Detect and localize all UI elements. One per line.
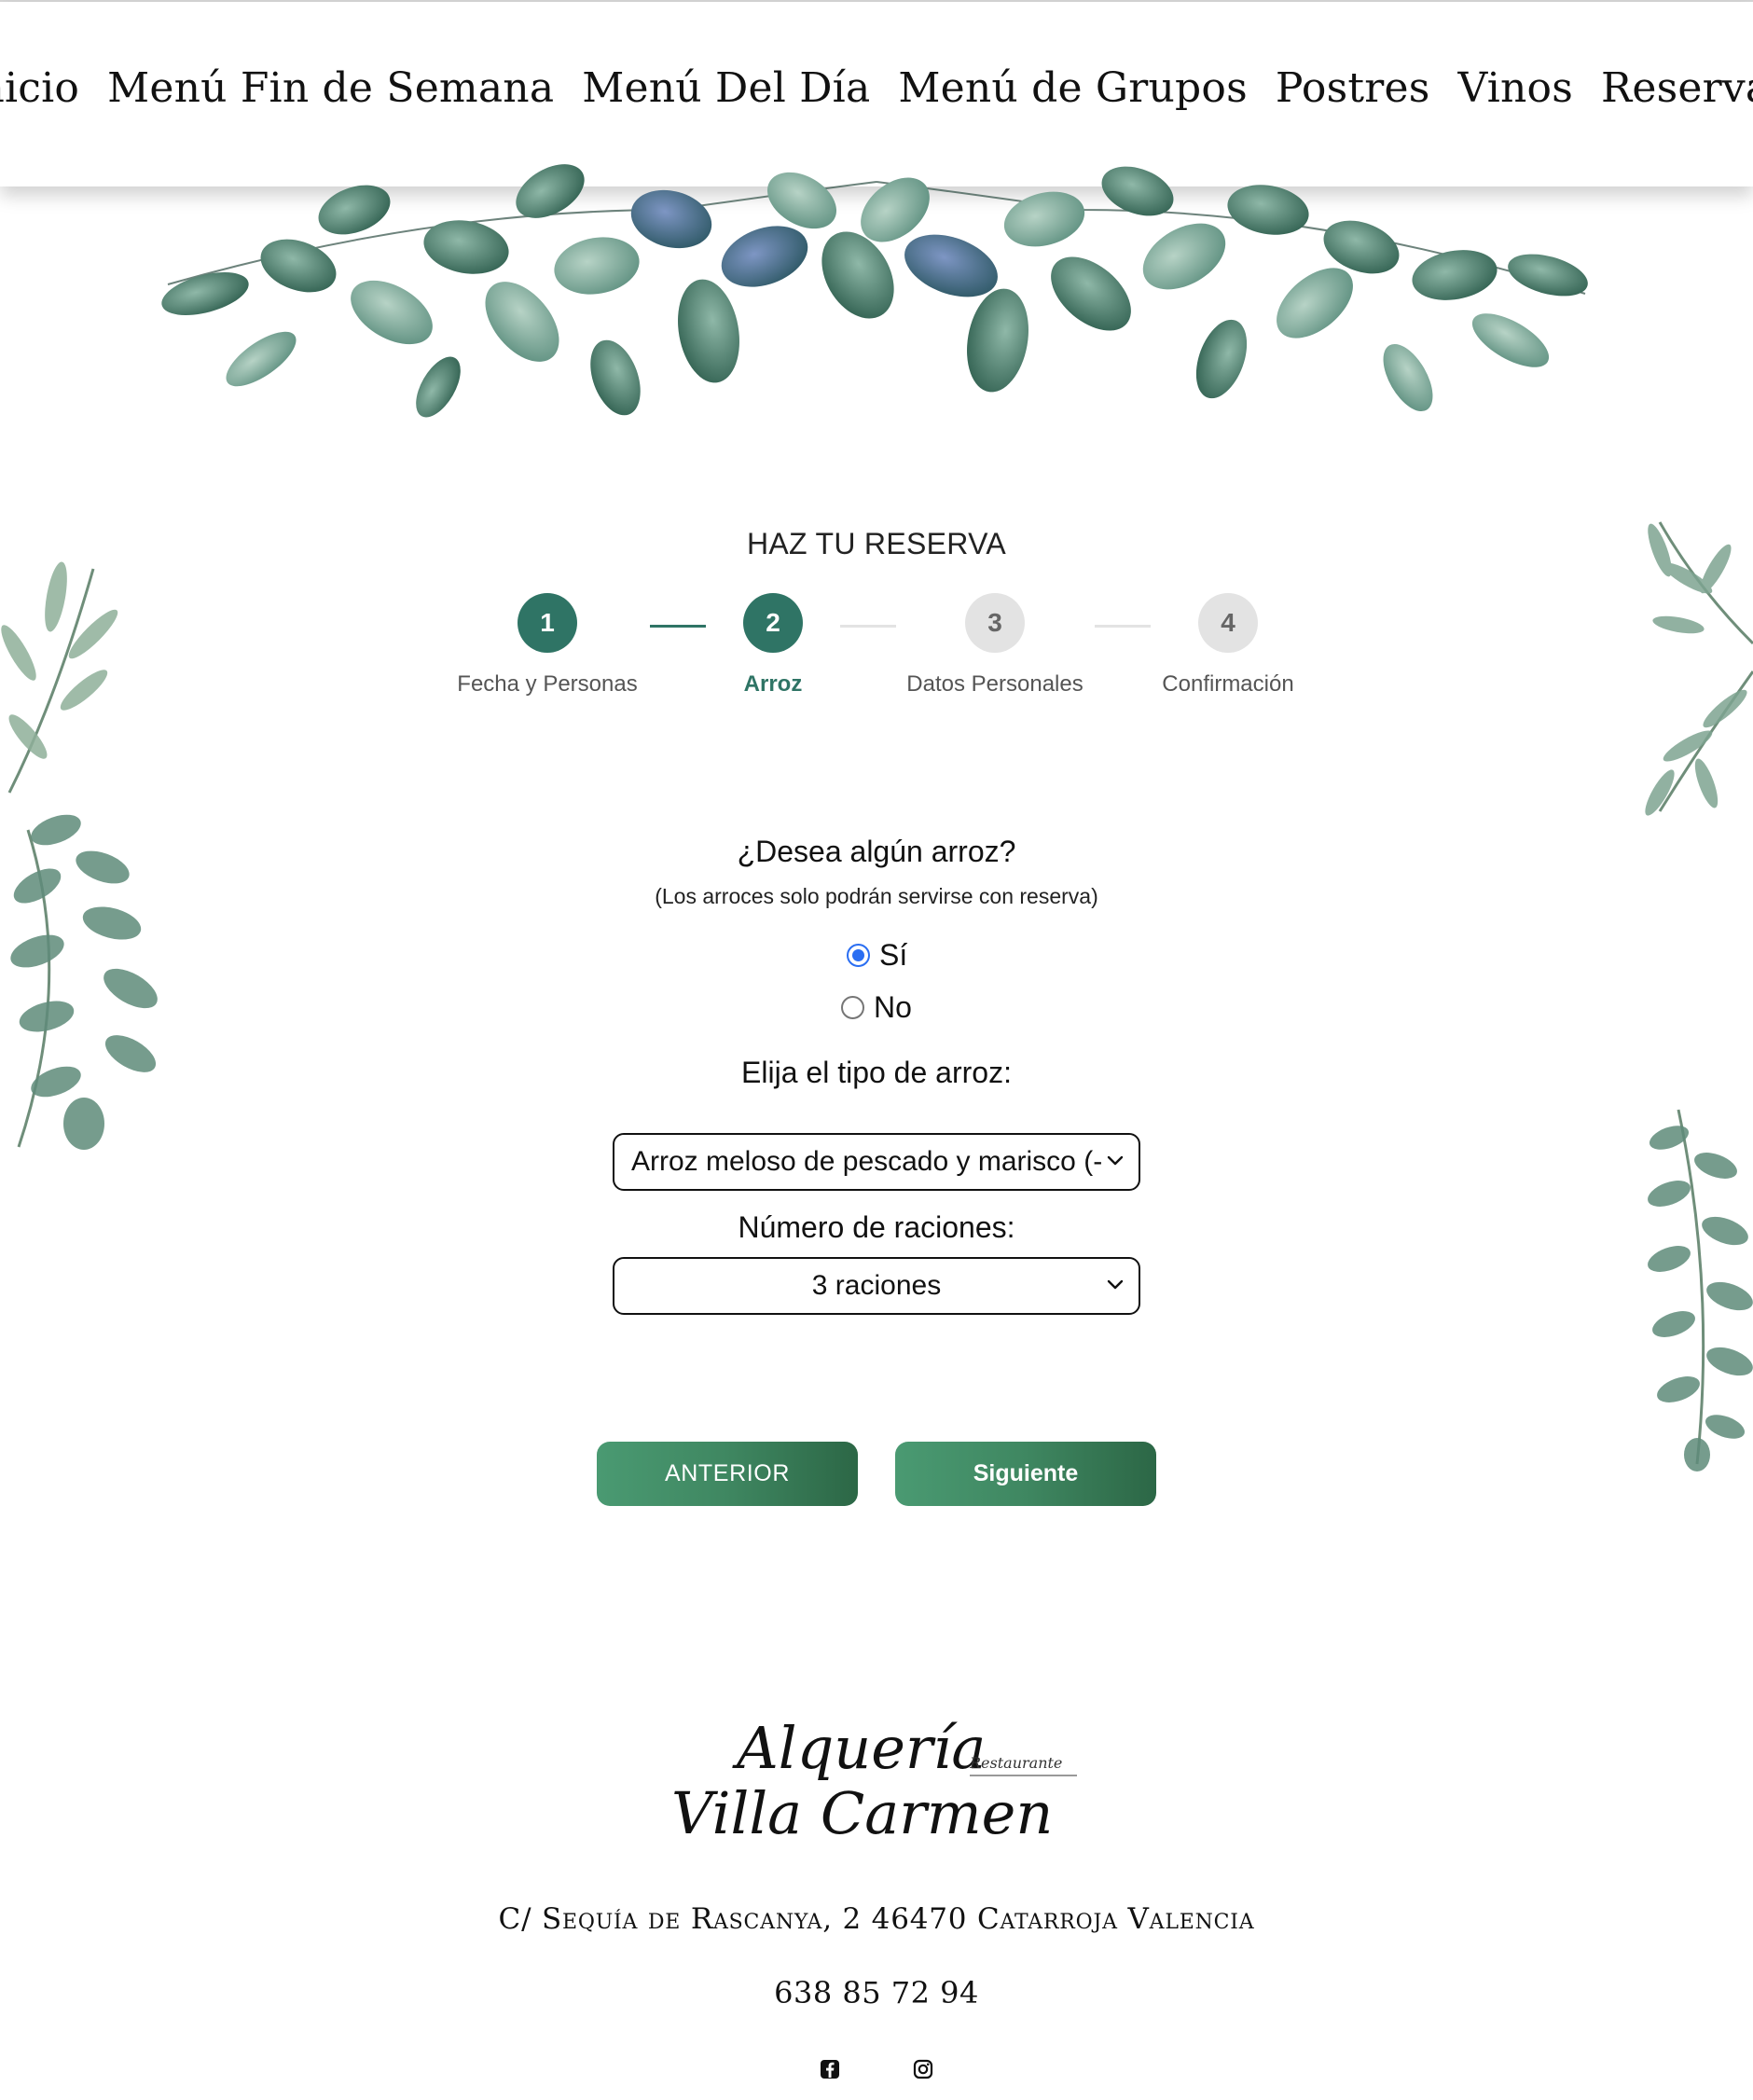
chevron-down-icon [1107,1155,1124,1166]
portions-label: Número de raciones: [738,1210,1015,1244]
rice-type-select[interactable]: Arroz meloso de pescado y marisco (- [613,1133,1140,1191]
step-3-number: 3 [965,593,1025,653]
leaf-garland-decoration [161,164,1588,418]
step-4-label: Confirmación [1162,671,1294,697]
logo-tag: Restaurante [969,1754,1062,1772]
step-2: 2 Arroz [680,593,866,698]
facebook-icon[interactable] [819,2058,841,2080]
nav-item-inicio[interactable]: Inicio [0,64,79,112]
logo-line1: Alquería [732,1714,986,1782]
step-4: 4 Confirmación [1135,593,1321,698]
nav-menu: Inicio Menú Fin de Semana Menú Del Día M… [0,64,1753,112]
restaurant-logo: Alquería Restaurante Villa Carmen [671,1714,1077,1847]
portions-select[interactable]: 3 raciones [613,1257,1140,1315]
footer-address: C/ Sequía de Rascanya, 2 46470 Catarroja… [498,1902,1255,1936]
nav-item-menu-fin-de-semana[interactable]: Menú Fin de Semana [107,64,554,112]
nav-item-postres[interactable]: Postres [1276,64,1430,112]
nav-item-reservas[interactable]: Reservas [1601,64,1753,112]
radio-no-label: No [874,990,912,1024]
chevron-down-icon [1107,1279,1124,1290]
logo-line2: Villa Carmen [671,1779,1053,1847]
right-branch-decoration-bottom [1648,1109,1753,1471]
radio-option-no[interactable]: No [841,990,912,1025]
page-title: HAZ TU RESERVA [746,527,1007,560]
radio-option-yes[interactable]: Sí [847,938,907,973]
next-button[interactable]: Siguiente [895,1442,1156,1506]
nav-item-vinos[interactable]: Vinos [1458,64,1573,112]
rice-note: (Los arroces solo podrán servirse con re… [655,884,1098,908]
step-2-label: Arroz [743,671,803,697]
previous-button[interactable]: ANTERIOR [597,1442,858,1506]
rice-type-label: Elija el tipo de arroz: [741,1056,1012,1089]
radio-no-button[interactable] [841,996,864,1019]
radio-yes-button[interactable] [847,944,870,967]
radio-yes-label: Sí [879,938,908,972]
step-1: 1 Fecha y Personas [454,593,641,698]
step-3-label: Datos Personales [906,671,1084,697]
step-4-number: 4 [1198,593,1258,653]
instagram-icon[interactable] [912,2058,934,2080]
portions-value: 3 raciones [811,1270,942,1301]
step-1-label: Fecha y Personas [457,671,638,697]
step-1-number: 1 [518,593,577,653]
nav-item-menu-de-grupos[interactable]: Menú de Grupos [898,64,1248,112]
footer-phone: 638 85 72 94 [774,1975,979,2010]
step-3: 3 Datos Personales [902,593,1088,698]
nav-item-menu-del-dia[interactable]: Menú Del Día [582,64,870,112]
rice-type-value: Arroz meloso de pescado y marisco (- [631,1146,1103,1177]
step-2-number: 2 [743,593,803,653]
rice-question: ¿Desea algún arroz? [737,835,1016,868]
